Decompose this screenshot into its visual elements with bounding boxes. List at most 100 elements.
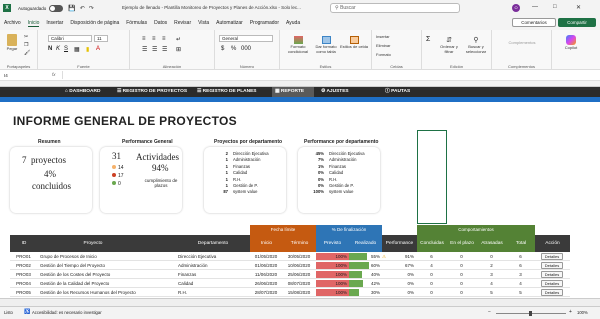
borders-icon[interactable]: ▦ xyxy=(74,46,80,53)
zoom-slider[interactable] xyxy=(496,311,566,316)
copy-icon[interactable]: ❐ xyxy=(24,42,28,48)
formula-input[interactable] xyxy=(62,71,592,79)
number-format-select[interactable]: General xyxy=(219,35,273,42)
maximize-icon[interactable]: □ xyxy=(553,4,557,10)
accessibility-status[interactable]: Accesibilidad: es necesario investigar xyxy=(32,310,102,315)
ribbon-tab-revisar[interactable]: Revisar xyxy=(174,20,191,26)
nav-registro-proyectos[interactable]: ☰ REGISTRO DE PROYECTOS xyxy=(114,87,194,97)
ribbon-tab-datos[interactable]: Datos xyxy=(154,20,167,26)
copilot-button[interactable]: Copilot xyxy=(556,35,586,50)
ribbon-tab-vista[interactable]: Vista xyxy=(198,20,209,26)
search-input[interactable]: ⚲ Buscar xyxy=(330,3,460,13)
ribbon-tab-automatizar[interactable]: Automatizar xyxy=(216,20,243,26)
ribbon-tab-programador[interactable]: Programador xyxy=(250,20,279,26)
save-icon[interactable]: 💾 xyxy=(68,5,75,12)
ribbon-tab-f-rmulas[interactable]: Fórmulas xyxy=(126,20,147,26)
bold-icon[interactable]: N xyxy=(48,46,52,52)
nav-ajustes[interactable]: ⚙ AJUSTES xyxy=(318,87,372,97)
percent-icon[interactable]: % xyxy=(231,46,236,52)
font-color-icon[interactable]: A xyxy=(96,46,100,52)
align-center-icon[interactable]: ☰ xyxy=(152,46,157,53)
italic-icon[interactable]: K xyxy=(56,46,60,52)
ribbon-tab-insertar[interactable]: Insertar xyxy=(46,20,63,26)
conditional-format-label: Formato condicional xyxy=(287,44,308,54)
zoom-slider-thumb[interactable] xyxy=(529,311,532,316)
underline-icon[interactable]: S xyxy=(64,46,68,52)
ribbon-tab-ayuda[interactable]: Ayuda xyxy=(286,20,300,26)
merge-icon[interactable]: ⊞ xyxy=(176,46,181,53)
align-bottom-icon[interactable]: ≡ xyxy=(162,36,166,42)
align-top-icon[interactable]: ≡ xyxy=(142,36,146,42)
share-button[interactable]: Compartir xyxy=(558,18,596,27)
cell-concl: 0 xyxy=(430,281,433,286)
nav-dashboard[interactable]: ⌂ DASHBOARD xyxy=(62,87,114,97)
cell-termino: 30/05/2020 xyxy=(287,254,311,259)
addins-button[interactable]: Complementos xyxy=(498,40,546,45)
nav-pautas[interactable]: ⓘ PAUTAS xyxy=(382,87,432,97)
cell-styles-button[interactable]: Estilos de celda xyxy=(340,36,368,49)
cell-performance: 0% xyxy=(407,290,414,295)
autosave-toggle[interactable] xyxy=(49,4,64,12)
cell-inicio: 26/06/2020 xyxy=(254,281,278,286)
details-button[interactable]: Detalles xyxy=(541,280,563,287)
redo-icon[interactable]: ↷ xyxy=(89,5,94,12)
details-button[interactable]: Detalles xyxy=(541,289,563,296)
format-painter-icon[interactable]: 🖌 xyxy=(24,50,30,56)
wrap-text-icon[interactable]: ↵ xyxy=(176,36,181,43)
minimize-icon[interactable]: — xyxy=(532,4,538,10)
details-button[interactable]: Detalles xyxy=(541,262,563,269)
comments-button[interactable]: Comentarios xyxy=(512,18,556,27)
ribbon-tabs: Archivo Inicio Insertar Disposición de pági… xyxy=(0,16,600,30)
dep-list-value: 87 xyxy=(223,189,228,195)
font-size-select[interactable]: 11 xyxy=(94,35,108,42)
comportamientos-band: Comportamientos xyxy=(417,225,535,235)
delete-cells-button[interactable]: Eliminar xyxy=(376,43,390,48)
cell-realizado: 30% xyxy=(349,288,382,297)
cell-plazo: 0 xyxy=(460,254,463,259)
align-middle-icon[interactable]: ≡ xyxy=(152,36,156,42)
insert-cells-button[interactable]: Insertar xyxy=(376,34,390,39)
header-strip xyxy=(0,97,600,102)
nav-registro-planes[interactable]: ☰ REGISTRO DE PLANES xyxy=(194,87,272,97)
avatar[interactable]: O xyxy=(512,4,520,12)
fx-icon[interactable]: fx xyxy=(52,72,56,77)
autosum-icon[interactable]: Σ xyxy=(426,36,430,43)
format-as-table-button[interactable]: Dar formato como tabla xyxy=(312,36,340,54)
currency-icon[interactable]: $ xyxy=(221,46,224,52)
undo-icon[interactable]: ↶ xyxy=(80,5,85,12)
accessibility-icon[interactable]: ♿ xyxy=(24,309,30,315)
cell-inicio: 28/07/2020 xyxy=(254,290,278,295)
selected-range xyxy=(417,130,447,224)
zoom-level[interactable]: 100% xyxy=(577,310,588,315)
ribbon-tab-archivo[interactable]: Archivo xyxy=(4,20,21,26)
status-bar: Listo ♿ Accesibilidad: es necesario inve… xyxy=(0,306,600,319)
cell-realizado: 42% xyxy=(349,279,382,288)
thousands-icon[interactable]: 000 xyxy=(241,46,251,52)
paste-icon xyxy=(7,34,17,46)
search-placeholder: Buscar xyxy=(340,5,356,11)
ribbon-tab-disposici-n-de-p-gina[interactable]: Disposición de página xyxy=(70,20,119,26)
nav-reporte[interactable]: ▦ REPORTE xyxy=(272,87,314,97)
cell-previsto: 100% xyxy=(316,270,349,279)
conditional-format-button[interactable]: Formato condicional xyxy=(284,36,312,54)
table-header: ID Proyecto Departamento Inicio Término … xyxy=(10,235,570,252)
align-right-icon[interactable]: ☰ xyxy=(162,46,167,53)
align-left-icon[interactable]: ☰ xyxy=(142,46,147,53)
nav-dashboard-label: DASHBOARD xyxy=(69,89,101,94)
font-name-select[interactable]: Calibri xyxy=(48,35,92,42)
col-previsto: Previsto xyxy=(316,235,349,252)
details-button[interactable]: Detalles xyxy=(541,253,563,260)
paste-button[interactable]: Pegar xyxy=(4,34,20,54)
format-cells-button[interactable]: Formato xyxy=(376,52,391,57)
close-icon[interactable]: ✕ xyxy=(576,4,581,11)
cut-icon[interactable]: ✂ xyxy=(24,34,28,40)
sort-filter-button[interactable]: ⇵ Ordenar y filtrar xyxy=(436,36,462,54)
addins-label: Complementos xyxy=(508,64,535,69)
find-select-button[interactable]: ⚲ Buscar y seleccionar xyxy=(462,36,490,54)
ribbon-tab-inicio[interactable]: Inicio xyxy=(27,20,40,27)
zoom-out-icon[interactable]: − xyxy=(488,309,491,315)
fill-color-icon[interactable]: ▮ xyxy=(86,46,89,53)
details-button[interactable]: Detalles xyxy=(541,271,563,278)
name-box[interactable]: I4 xyxy=(4,72,44,79)
zoom-in-icon[interactable]: + xyxy=(569,309,572,315)
